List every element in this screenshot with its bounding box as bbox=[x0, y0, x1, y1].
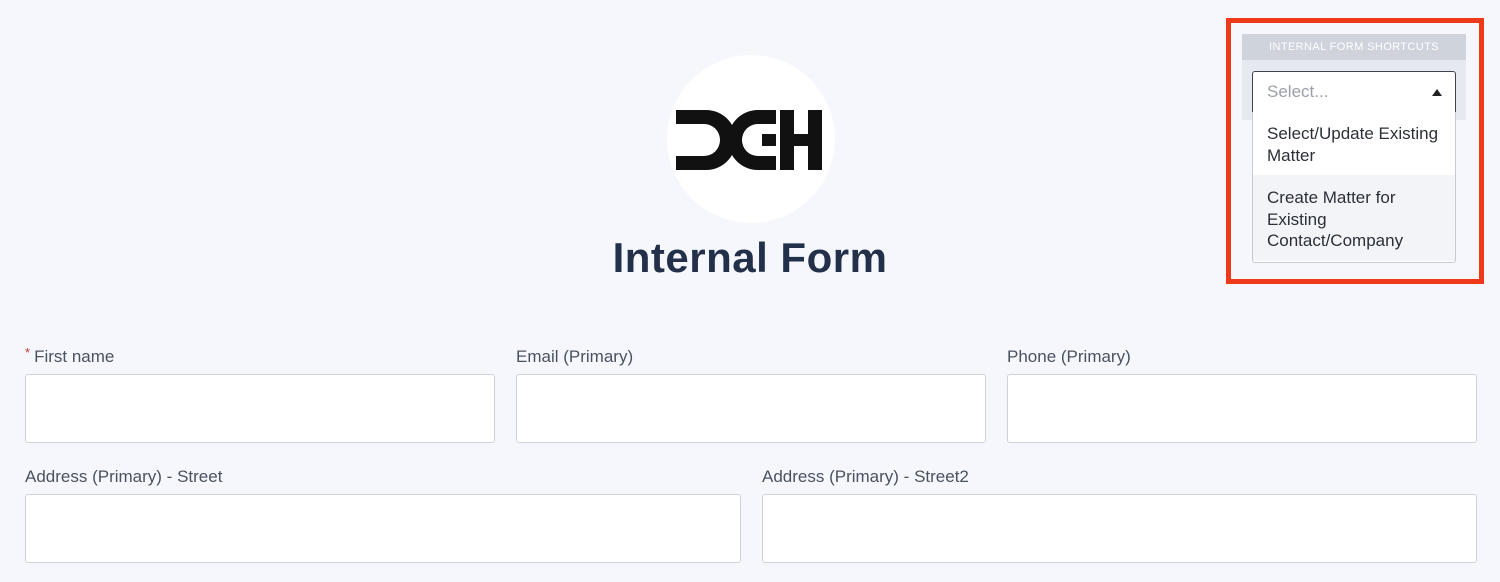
first-name-label: * First name bbox=[25, 345, 115, 367]
phone-label: Phone (Primary) bbox=[1007, 347, 1131, 366]
email-label: Email (Primary) bbox=[516, 347, 634, 366]
first-name-label-text: First name bbox=[34, 347, 115, 366]
phone-input[interactable] bbox=[1007, 374, 1477, 443]
street2-input[interactable] bbox=[762, 494, 1477, 563]
caret-up-icon[interactable] bbox=[1432, 89, 1442, 96]
email-input[interactable] bbox=[516, 374, 986, 443]
company-logo bbox=[667, 55, 835, 223]
dgh-logo-mark bbox=[676, 110, 822, 170]
street-label: Address (Primary) - Street bbox=[25, 467, 223, 486]
option-create-matter-existing-contact[interactable]: Create Matter for Existing Contact/Compa… bbox=[1253, 175, 1455, 261]
street-input[interactable] bbox=[25, 494, 741, 563]
shortcuts-header: INTERNAL FORM SHORTCUTS bbox=[1242, 34, 1466, 60]
shortcuts-select[interactable]: Select... bbox=[1252, 71, 1456, 113]
option-select-update-existing-matter[interactable]: Select/Update Existing Matter bbox=[1253, 123, 1455, 166]
first-name-input[interactable] bbox=[25, 374, 495, 443]
required-mark: * bbox=[25, 345, 31, 360]
shortcuts-dropdown-menu: Select/Update Existing Matter Create Mat… bbox=[1252, 112, 1456, 263]
select-placeholder: Select... bbox=[1267, 82, 1329, 101]
street2-label: Address (Primary) - Street2 bbox=[762, 467, 969, 486]
